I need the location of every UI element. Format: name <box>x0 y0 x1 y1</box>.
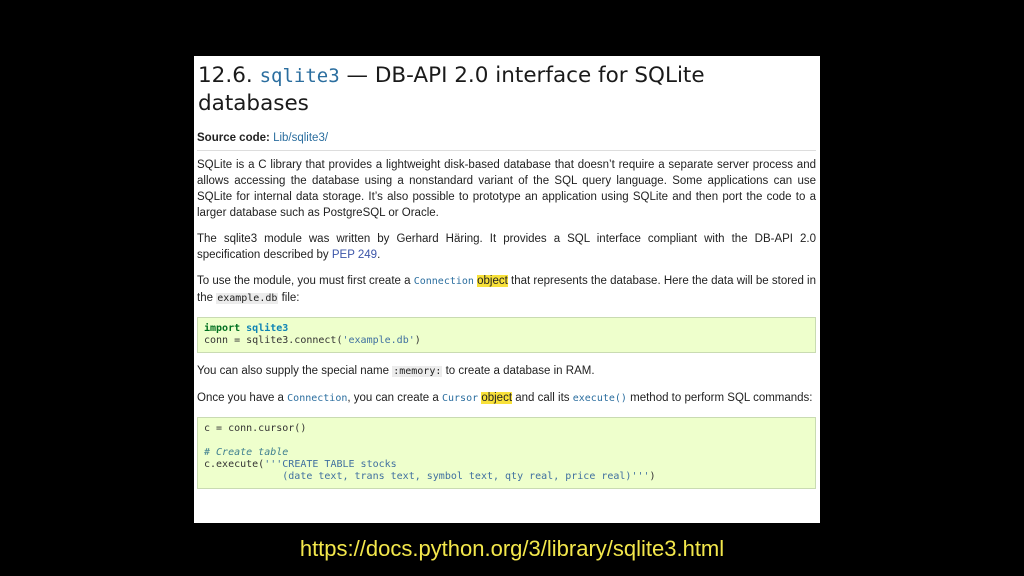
code-text: ) <box>649 471 656 482</box>
code-text: c.execute( <box>204 459 265 470</box>
text: You can also supply the special name <box>197 365 393 377</box>
inline-code: :memory: <box>392 366 443 377</box>
code-comment: # Create table <box>204 447 289 458</box>
module-name: sqlite3 <box>259 65 340 87</box>
keyword: import <box>204 323 241 334</box>
connection-link[interactable]: Connection <box>287 393 347 404</box>
module-ref: sqlite3 <box>246 323 289 334</box>
source-code-link[interactable]: Lib/sqlite3/ <box>273 132 328 144</box>
code-text: ) <box>414 335 421 346</box>
text: method to perform SQL commands: <box>626 392 813 404</box>
execute-link[interactable]: execute() <box>573 393 627 404</box>
text: file: <box>278 292 300 304</box>
code-block-connect: import sqlite3 conn = sqlite3.connect('e… <box>197 317 816 353</box>
code-string: (date text, trans text, symbol text, qty… <box>204 471 650 482</box>
code-text: c = conn.cursor() <box>204 423 307 434</box>
source-code-label: Source code: <box>197 132 270 144</box>
page-title: 12.6. sqlite3 — DB-API 2.0 interface for… <box>198 62 816 117</box>
inline-code: example.db <box>216 293 279 304</box>
cursor-link[interactable]: Cursor <box>442 393 478 404</box>
source-code-line: Source code: Lib/sqlite3/ <box>197 132 816 144</box>
paragraph-intro: SQLite is a C library that provides a li… <box>197 159 816 219</box>
code-string: '''CREATE TABLE stocks <box>264 459 397 470</box>
divider <box>197 150 816 151</box>
text: The sqlite3 module was written by Gerhar… <box>197 233 816 261</box>
code-string: 'example.db' <box>342 335 415 346</box>
paragraph-memory: You can also supply the special name :me… <box>197 363 816 380</box>
code-text: conn = sqlite3.connect( <box>204 335 343 346</box>
documentation-page: 12.6. sqlite3 — DB-API 2.0 interface for… <box>194 56 820 523</box>
caption-url: https://docs.python.org/3/library/sqlite… <box>299 536 725 561</box>
paragraph-author: The sqlite3 module was written by Gerhar… <box>197 231 816 263</box>
paragraph-usage: To use the module, you must first create… <box>197 273 816 307</box>
text: Once you have a <box>197 392 288 404</box>
text: to create a database in RAM. <box>442 365 595 377</box>
section-number: 12.6. <box>198 63 253 88</box>
paragraph-cursor: Once you have a Connection, you can crea… <box>197 390 816 407</box>
connection-link[interactable]: Connection <box>414 276 474 287</box>
text: . <box>377 249 381 261</box>
highlighted-word: object <box>481 392 513 404</box>
text: and call its <box>512 392 573 404</box>
pep-249-link[interactable]: PEP 249 <box>332 249 377 261</box>
text: To use the module, you must first create… <box>197 275 414 287</box>
text: , you can create a <box>347 392 442 404</box>
highlighted-word: object <box>477 275 508 287</box>
code-block-cursor: c = conn.cursor() # Create table c.execu… <box>197 417 816 489</box>
